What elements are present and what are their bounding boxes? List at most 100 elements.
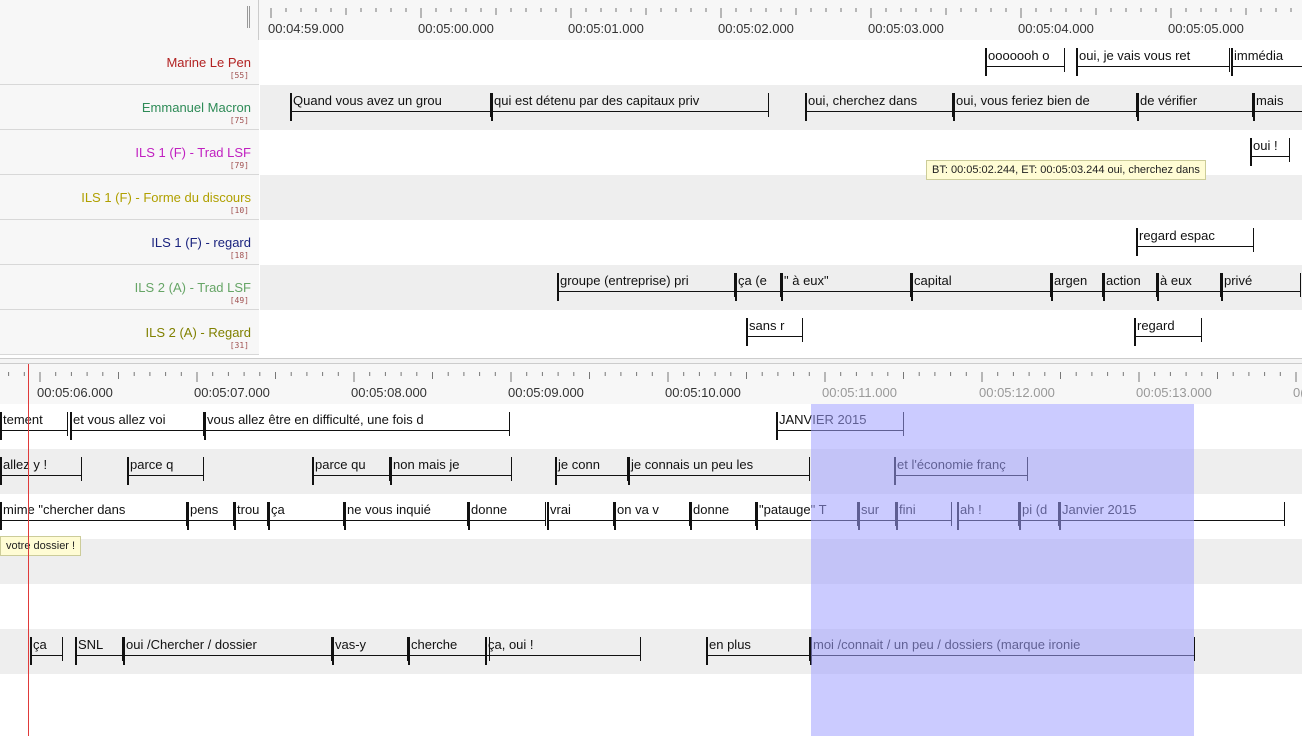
- annotation[interactable]: sans r: [746, 316, 803, 346]
- annotation-label: vas-y: [335, 637, 367, 652]
- annotation[interactable]: parce q: [127, 455, 204, 485]
- tier-label[interactable]: ILS 2 (A) - Trad LSF [49]: [0, 265, 259, 310]
- annotation[interactable]: oui /Chercher / dossier: [123, 635, 332, 665]
- annotation-label: parce q: [130, 457, 174, 472]
- annotation-start: [555, 457, 557, 485]
- annotation[interactable]: donne: [468, 500, 546, 530]
- annotation-baseline: [491, 111, 769, 112]
- annotation[interactable]: " à eux": [781, 271, 911, 301]
- time-tick-label: 00:05:01.000: [568, 21, 644, 36]
- annotation[interactable]: ça: [268, 500, 344, 530]
- annotation[interactable]: cherche: [408, 635, 490, 665]
- annotation[interactable]: regard espac: [1136, 226, 1254, 256]
- annotation-baseline: [408, 655, 490, 656]
- annotation[interactable]: ça, oui !: [485, 635, 641, 665]
- annotation[interactable]: en plus: [706, 635, 810, 665]
- annotation[interactable]: trou: [234, 500, 268, 530]
- top-time-ruler[interactable]: 00:04:59.000 00:05:00.000 00:05:01.000 00:0…: [259, 0, 1302, 40]
- annotation[interactable]: à eux: [1157, 271, 1221, 301]
- annotation[interactable]: privé: [1221, 271, 1301, 301]
- annotation[interactable]: on va v: [614, 500, 690, 530]
- annotation[interactable]: oui, je vais vous ret: [1076, 46, 1230, 76]
- annotation[interactable]: groupe (entreprise) pri: [557, 271, 735, 301]
- time-selection[interactable]: [811, 404, 1194, 736]
- tier-label[interactable]: Marine Le Pen [55]: [0, 40, 259, 85]
- annotation[interactable]: vas-y: [332, 635, 408, 665]
- annotation[interactable]: SNL: [75, 635, 123, 665]
- annotation-label: ça (e: [738, 273, 767, 288]
- annotation[interactable]: Quand vous avez un grou: [290, 91, 491, 121]
- annotation[interactable]: mais: [1253, 91, 1302, 121]
- annotation-start: [30, 637, 32, 665]
- annotation-end: [511, 457, 512, 481]
- annotation[interactable]: donne: [690, 500, 756, 530]
- annotation-end: [81, 457, 82, 481]
- tier-label[interactable]: ILS 1 (F) - regard [18]: [0, 220, 259, 265]
- annotation[interactable]: tement: [0, 410, 68, 440]
- annotation-label: de vérifier: [1140, 93, 1198, 108]
- annotation-label: donne: [693, 502, 730, 517]
- annotation[interactable]: capital: [911, 271, 1051, 301]
- playhead-cursor[interactable]: [28, 364, 29, 736]
- time-tick-label: 00:05:10.000: [665, 385, 741, 400]
- annotation-start: [776, 412, 778, 440]
- annotation[interactable]: immédia: [1231, 46, 1302, 76]
- annotation-start: [1250, 138, 1252, 166]
- annotation[interactable]: oui, cherchez dans: [805, 91, 953, 121]
- annotation[interactable]: parce qu: [312, 455, 390, 485]
- tier-label[interactable]: Emmanuel Macron [75]: [0, 85, 259, 130]
- annotation-label: et vous allez voi: [73, 412, 166, 427]
- annotation[interactable]: regard: [1134, 316, 1202, 346]
- annotation[interactable]: vous allez être en difficulté, une fois …: [204, 410, 510, 440]
- annotation-start: [1136, 228, 1138, 256]
- annotation-label: trou: [237, 502, 260, 517]
- annotation-end: [509, 412, 510, 436]
- tier-label[interactable]: ILS 1 (F) - Trad LSF [79]: [0, 130, 259, 175]
- annotation-start: [1103, 273, 1105, 301]
- tier-label[interactable]: ILS 1 (F) - Forme du discours [10]: [0, 175, 259, 220]
- annotation-end: [1284, 502, 1285, 526]
- annotation-baseline: [953, 111, 1137, 112]
- annotation-baseline: [0, 475, 82, 476]
- annotation-baseline: [735, 291, 781, 292]
- annotation-baseline: [268, 520, 344, 521]
- annotation[interactable]: action: [1103, 271, 1157, 301]
- annotation-start: [344, 502, 346, 530]
- annotation[interactable]: ne vous inquié: [344, 500, 468, 530]
- annotation[interactable]: oui !: [1250, 136, 1290, 166]
- annotation[interactable]: ça (e: [735, 271, 781, 301]
- annotation[interactable]: et vous allez voi: [70, 410, 204, 440]
- annotation-start: [0, 412, 2, 440]
- annotation[interactable]: je conn: [555, 455, 628, 485]
- annotation[interactable]: de vérifier: [1137, 91, 1253, 121]
- annotation-label: à eux: [1160, 273, 1192, 288]
- annotation[interactable]: vrai: [547, 500, 614, 530]
- resize-handle[interactable]: [247, 6, 250, 28]
- annotation-baseline: [1157, 291, 1221, 292]
- annotation[interactable]: non mais je: [390, 455, 512, 485]
- time-tick-label: 00:05:08.000: [351, 385, 427, 400]
- tier-count: [10]: [229, 206, 249, 215]
- annotation-start: [0, 457, 2, 485]
- annotation-end: [640, 637, 641, 661]
- bottom-time-ruler[interactable]: 00:05:06.000 00:05:07.000 00:05:08.000 00:0…: [0, 364, 1302, 404]
- annotation[interactable]: oui, vous feriez bien de: [953, 91, 1137, 121]
- annotation[interactable]: ooooooh o: [985, 46, 1065, 76]
- annotation[interactable]: allez y !: [0, 455, 82, 485]
- tier-label[interactable]: ILS 2 (A) - Regard [31]: [0, 310, 259, 355]
- annotation[interactable]: qui est détenu par des capitaux priv: [491, 91, 769, 121]
- tier-row[interactable]: [260, 175, 1302, 220]
- tier-name: ILS 2 (A) - Trad LSF: [134, 280, 251, 295]
- annotation[interactable]: argen: [1051, 271, 1103, 301]
- annotation[interactable]: pens: [187, 500, 234, 530]
- annotation-start: [614, 502, 616, 530]
- annotation-baseline: [1103, 291, 1157, 292]
- annotation-label: regard espac: [1139, 228, 1215, 243]
- annotation[interactable]: je connais un peu les: [628, 455, 810, 485]
- annotation-baseline: [1231, 66, 1302, 67]
- time-tick-label: 00:05:07.000: [194, 385, 270, 400]
- time-tick-label: 00:04:59.000: [268, 21, 344, 36]
- time-tick-label: 00:05:06.000: [37, 385, 113, 400]
- annotation-baseline: [746, 336, 803, 337]
- annotation[interactable]: ça: [30, 635, 63, 665]
